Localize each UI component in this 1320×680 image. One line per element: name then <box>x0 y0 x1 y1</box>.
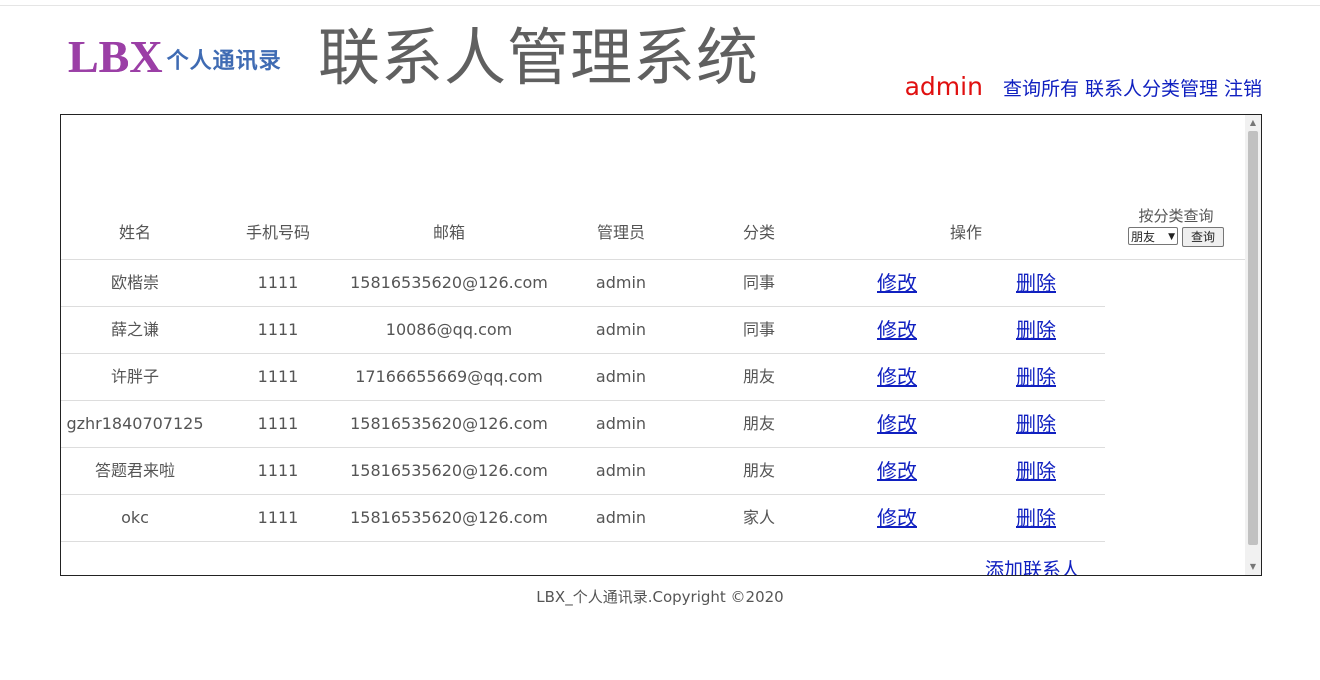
edit-link[interactable]: 修改 <box>877 318 917 342</box>
logo-sub-text: 个人通讯录 <box>166 49 282 74</box>
cell-email: 15816535620@126.com <box>350 414 548 433</box>
col-category: 分类 <box>742 223 775 242</box>
filter-label: 按分类查询 <box>1138 207 1214 225</box>
page-title: 联系人管理系统 <box>318 21 760 94</box>
add-contact-link[interactable]: 添加联系人 <box>985 555 1080 575</box>
table-row: 欧楷崇 1111 15816535620@126.com admin 同事 修改… <box>61 260 1105 307</box>
vertical-scrollbar[interactable]: ▲ ▼ <box>1245 115 1261 575</box>
cell-phone: 1111 <box>257 320 299 339</box>
cell-admin: admin <box>595 508 647 527</box>
logo: LBX 个人通讯录 <box>68 32 282 82</box>
table-row: 答题君来啦 1111 15816535620@126.com admin 朋友 … <box>61 448 1105 495</box>
cell-admin: admin <box>595 414 647 433</box>
edit-link[interactable]: 修改 <box>877 365 917 389</box>
cell-email: 10086@qq.com <box>385 320 513 339</box>
current-username: admin <box>904 72 983 101</box>
col-phone: 手机号码 <box>245 223 310 242</box>
cell-category: 同事 <box>742 273 775 292</box>
cell-phone: 1111 <box>257 367 299 386</box>
col-email: 邮箱 <box>432 223 465 242</box>
nav-query-all[interactable]: 查询所有 <box>1003 76 1079 102</box>
triangle-up-icon[interactable]: ▲ <box>1245 115 1261 131</box>
category-filter: 按分类查询 朋友 ▼ 查询 <box>1123 207 1229 247</box>
scrollbar-thumb[interactable] <box>1248 131 1258 545</box>
cell-admin: admin <box>595 367 647 386</box>
cell-name: gzhr1840707125 <box>66 414 204 433</box>
triangle-down-icon[interactable]: ▼ <box>1245 559 1261 575</box>
cell-admin: admin <box>595 320 647 339</box>
cell-name: 许胖子 <box>110 367 159 386</box>
edit-link[interactable]: 修改 <box>877 412 917 436</box>
col-name: 姓名 <box>118 223 151 242</box>
edit-link[interactable]: 修改 <box>877 271 917 295</box>
cell-category: 朋友 <box>742 367 775 386</box>
cell-admin: admin <box>595 273 647 292</box>
nav-category-manage[interactable]: 联系人分类管理 <box>1085 76 1218 102</box>
cell-phone: 1111 <box>257 273 299 292</box>
edit-link[interactable]: 修改 <box>877 506 917 530</box>
cell-name: 薛之谦 <box>110 320 159 339</box>
table-row: gzhr1840707125 1111 15816535620@126.com … <box>61 401 1105 448</box>
cell-name: 答题君来啦 <box>94 461 175 480</box>
delete-link[interactable]: 删除 <box>1016 318 1056 342</box>
cell-category: 朋友 <box>742 414 775 433</box>
cell-email: 15816535620@126.com <box>350 461 548 480</box>
top-divider <box>0 5 1320 6</box>
cell-admin: admin <box>595 461 647 480</box>
category-select[interactable]: 朋友 ▼ <box>1128 227 1178 245</box>
footer-copyright: LBX_个人通讯录.Copyright ©2020 <box>536 588 784 606</box>
table-row: okc 1111 15816535620@126.com admin 家人 修改… <box>61 495 1105 542</box>
contacts-frame: 姓名 手机号码 邮箱 管理员 分类 操作 按分类查询 朋友 ▼ 查询 欧楷崇 11… <box>60 114 1262 576</box>
cell-phone: 1111 <box>257 508 299 527</box>
cell-category: 同事 <box>742 320 775 339</box>
cell-name: okc <box>121 508 149 527</box>
category-select-value: 朋友 <box>1131 230 1156 244</box>
edit-link[interactable]: 修改 <box>877 459 917 483</box>
table-row: 薛之谦 1111 10086@qq.com admin 同事 修改 删除 <box>61 307 1105 354</box>
col-admin: 管理员 <box>596 223 645 242</box>
nav-logout[interactable]: 注销 <box>1224 76 1262 102</box>
col-actions: 操作 <box>949 223 982 242</box>
table-header: 姓名 手机号码 邮箱 管理员 分类 操作 <box>61 211 1245 260</box>
cell-phone: 1111 <box>257 461 299 480</box>
delete-link[interactable]: 删除 <box>1016 459 1056 483</box>
cell-category: 家人 <box>742 508 775 527</box>
cell-phone: 1111 <box>257 414 299 433</box>
delete-link[interactable]: 删除 <box>1016 365 1056 389</box>
cell-category: 朋友 <box>742 461 775 480</box>
cell-name: 欧楷崇 <box>110 273 159 292</box>
user-nav: admin 查询所有 联系人分类管理 注销 <box>905 72 1262 102</box>
logo-main-text: LBX <box>68 31 163 82</box>
cell-email: 15816535620@126.com <box>350 273 548 292</box>
cell-email: 15816535620@126.com <box>350 508 548 527</box>
delete-link[interactable]: 删除 <box>1016 271 1056 295</box>
delete-link[interactable]: 删除 <box>1016 506 1056 530</box>
table-row: 许胖子 1111 17166655669@qq.com admin 朋友 修改 … <box>61 354 1105 401</box>
cell-email: 17166655669@qq.com <box>355 367 543 386</box>
chevron-down-icon: ▼ <box>1168 232 1175 242</box>
delete-link[interactable]: 删除 <box>1016 412 1056 436</box>
filter-query-button[interactable]: 查询 <box>1182 227 1224 247</box>
